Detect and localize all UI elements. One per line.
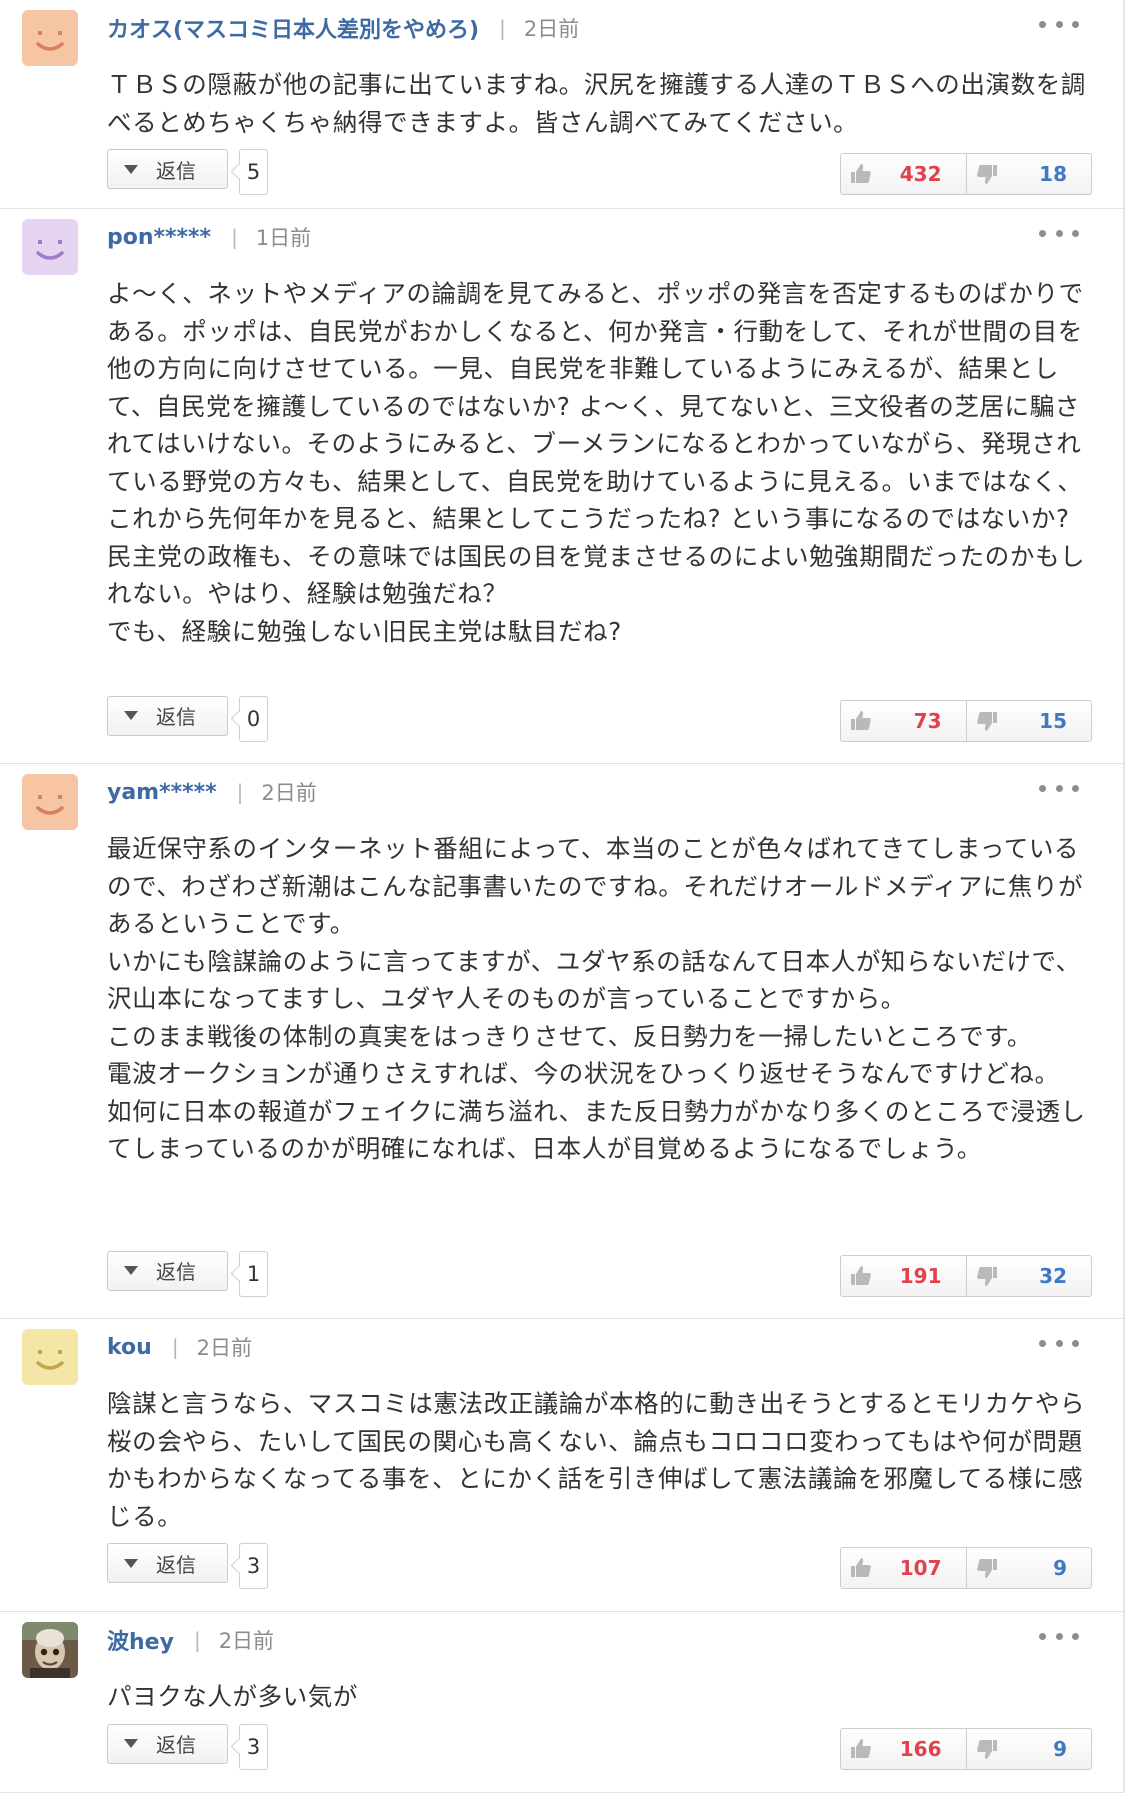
comment-feed: カオス(マスコミ日本人差別をやめろ) | 2日前 ＴＢＳの隠蔽が他の記事に出ていますね…: [0, 0, 1125, 1793]
reply-count-badge: 1: [239, 1250, 268, 1297]
comment-meta: カオス(マスコミ日本人差別をやめろ) | 2日前: [107, 12, 579, 44]
dislike-button[interactable]: 32: [965, 1255, 1092, 1296]
like-count: 166: [899, 1736, 942, 1761]
comment-meta: 波hey | 2日前: [107, 1624, 274, 1656]
comment-actions: 返信 3 107 9: [107, 1543, 1092, 1589]
username[interactable]: yam*****: [107, 780, 217, 805]
reply-count-badge: 3: [239, 1723, 268, 1770]
reply-label: 返信: [156, 1260, 196, 1284]
like-button[interactable]: 166: [841, 1729, 966, 1769]
avatar[interactable]: [22, 1622, 78, 1678]
more-options-icon[interactable]: [1039, 1624, 1079, 1648]
reply-button[interactable]: 返信: [107, 695, 228, 736]
dislike-count: 18: [1039, 162, 1067, 186]
dislike-count: 32: [1039, 1263, 1067, 1288]
timestamp: 2日前: [261, 781, 317, 805]
comment-item: pon***** | 1日前よ〜く、ネットやメディアの論調を見てみると、ポッポの発言…: [0, 209, 1123, 764]
dislike-count: 9: [1053, 1556, 1067, 1580]
reply-button[interactable]: 返信: [107, 1250, 228, 1291]
vote-group: 73 15: [840, 699, 1092, 742]
comment-item: kou | 2日前陰謀と言うなら、マスコミは憲法改正議論が本格的に動き出そうとすると…: [0, 1319, 1123, 1612]
username[interactable]: kou: [107, 1335, 152, 1360]
reply-count-badge: 0: [239, 695, 268, 742]
comment-actions: 返信 3 166 9: [107, 1723, 1092, 1770]
timestamp: 1日前: [255, 226, 312, 250]
caret-down-icon: [124, 1558, 138, 1568]
reply-label: 返信: [156, 1552, 196, 1577]
reply-label: 返信: [156, 1733, 196, 1757]
vote-group: 107 9: [840, 1547, 1092, 1589]
like-count: 191: [899, 1263, 942, 1288]
reply-count-badge: 5: [239, 149, 268, 195]
dislike-button[interactable]: 9: [965, 1548, 1092, 1588]
caret-down-icon: [124, 1266, 138, 1275]
timestamp: 2日前: [218, 1629, 275, 1653]
avatar[interactable]: [22, 774, 78, 830]
reply-button[interactable]: 返信: [107, 149, 228, 189]
caret-down-icon: [124, 1739, 138, 1748]
comment-text: 陰謀と言うなら、マスコミは憲法改正議論が本格的に動き出そうとするとモリカケやら桜…: [107, 1389, 1086, 1531]
more-options-icon[interactable]: [1039, 221, 1079, 245]
dislike-count: 15: [1039, 708, 1067, 733]
like-count: 432: [899, 162, 942, 186]
meta-separator: |: [499, 16, 506, 40]
comment-text: よ〜く、ネットやメディアの論調を見てみると、ポッポの発言を否定するものばかりであ…: [107, 279, 1086, 646]
avatar[interactable]: [22, 1329, 78, 1385]
more-options-icon[interactable]: [1039, 776, 1079, 800]
reply-label: 返信: [156, 705, 196, 729]
meta-separator: |: [236, 780, 244, 804]
meta-separator: |: [193, 1628, 201, 1652]
username[interactable]: カオス(マスコミ日本人差別をやめろ): [107, 12, 479, 44]
timestamp: 2日前: [196, 1336, 252, 1360]
reply-button[interactable]: 返信: [107, 1723, 228, 1764]
caret-down-icon: [124, 711, 138, 720]
comment-actions: 返信 5 432 18: [107, 149, 1092, 195]
like-button[interactable]: 73: [841, 701, 966, 741]
like-button[interactable]: 107: [841, 1548, 966, 1588]
dislike-button[interactable]: 15: [965, 700, 1092, 741]
comment-actions: 返信 0 73 15: [107, 695, 1092, 742]
dislike-button[interactable]: 9: [965, 1728, 1092, 1769]
comment-item: 波hey | 2日前 パヨクな人が多い気が 返信 3 166 9: [0, 1612, 1123, 1793]
avatar[interactable]: [22, 219, 78, 275]
like-count: 73: [913, 708, 942, 733]
reply-button[interactable]: 返信: [107, 1543, 228, 1583]
reply-label: 返信: [156, 158, 196, 183]
like-button[interactable]: 191: [841, 1256, 966, 1296]
comment-text: パヨクな人が多い気が: [107, 1682, 358, 1711]
comment-text: 最近保守系のインターネット番組によって、本当のことが色々ばれてきてしまっているの…: [107, 834, 1086, 1163]
username[interactable]: 波hey: [107, 1624, 174, 1656]
like-count: 107: [899, 1556, 942, 1580]
like-button[interactable]: 432: [841, 154, 966, 194]
comment-item: カオス(マスコミ日本人差別をやめろ) | 2日前 ＴＢＳの隠蔽が他の記事に出ていますね…: [0, 0, 1123, 209]
meta-separator: |: [171, 1335, 179, 1359]
vote-group: 432 18: [840, 153, 1092, 195]
username[interactable]: pon*****: [107, 225, 211, 250]
comment-actions: 返信 1 191 32: [107, 1250, 1092, 1297]
more-options-icon[interactable]: [1039, 12, 1079, 36]
caret-down-icon: [124, 164, 138, 174]
dislike-count: 9: [1053, 1736, 1067, 1761]
vote-group: 191 32: [840, 1254, 1092, 1297]
avatar[interactable]: [22, 10, 78, 66]
comment-meta: yam***** | 2日前: [107, 776, 317, 808]
dislike-button[interactable]: 18: [965, 154, 1092, 194]
timestamp: 2日前: [523, 17, 580, 41]
comment-meta: kou | 2日前: [107, 1331, 252, 1363]
vote-group: 166 9: [840, 1727, 1092, 1770]
meta-separator: |: [231, 225, 238, 249]
comment-meta: pon***** | 1日前: [107, 221, 311, 253]
reply-count-badge: 3: [239, 1543, 268, 1589]
comment-item: yam***** | 2日前最近保守系のインターネット番組によって、本当のことが色々…: [0, 764, 1123, 1319]
more-options-icon[interactable]: [1039, 1331, 1079, 1355]
comment-text: ＴＢＳの隠蔽が他の記事に出ていますね。沢尻を擁護する人達のＴＢＳへの出演数を調べ…: [107, 70, 1086, 137]
